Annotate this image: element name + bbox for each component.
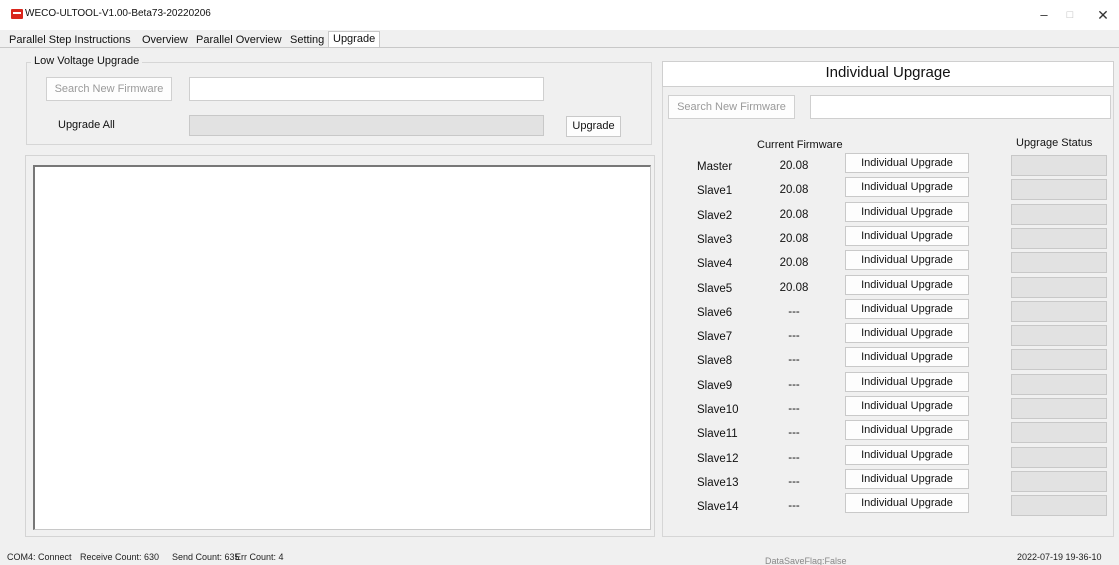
device-firmware-version: 20.08 <box>779 209 809 221</box>
title-bar: WECO-ULTOOL-V1.00-Beta73-20220206 – □ ✕ <box>0 0 1119 30</box>
device-firmware-version: 20.08 <box>779 160 809 172</box>
individual-upgrade-title: Individual Upgrage <box>825 64 951 81</box>
device-upgrade-status-bar <box>1011 495 1107 516</box>
device-firmware-version: 20.08 <box>779 257 809 269</box>
device-name: Slave11 <box>697 428 738 440</box>
device-upgrade-status-bar <box>1011 422 1107 443</box>
individual-firmware-path-input[interactable] <box>810 95 1111 119</box>
individual-upgrade-button[interactable]: Individual Upgrade <box>845 323 969 343</box>
log-textbox[interactable] <box>33 165 651 530</box>
device-name: Slave7 <box>697 331 733 343</box>
individual-upgrade-button[interactable]: Individual Upgrade <box>845 493 969 513</box>
device-name: Slave6 <box>697 307 733 319</box>
individual-upgrade-button[interactable]: Individual Upgrade <box>845 396 969 416</box>
device-upgrade-status-bar <box>1011 447 1107 468</box>
device-upgrade-status-bar <box>1011 155 1107 176</box>
close-button[interactable]: ✕ <box>1088 4 1118 26</box>
tab-upgrade[interactable]: Upgrade <box>328 31 381 48</box>
individual-upgrade-button[interactable]: Individual Upgrade <box>845 347 969 367</box>
tab-overview[interactable]: Overview <box>142 33 188 48</box>
device-firmware-version: --- <box>788 452 800 464</box>
tab-divider <box>0 47 1119 48</box>
upgrade-all-label: Upgrade All <box>58 119 115 131</box>
device-firmware-version: --- <box>788 476 800 488</box>
tab-parallel-overview[interactable]: Parallel Overview <box>196 33 282 48</box>
individual-upgrade-button[interactable]: Individual Upgrade <box>845 372 969 392</box>
device-firmware-version: --- <box>788 306 800 318</box>
device-upgrade-status-bar <box>1011 228 1107 249</box>
device-name: Slave13 <box>697 477 739 489</box>
device-name: Slave4 <box>697 258 733 270</box>
individual-upgrade-button[interactable]: Individual Upgrade <box>845 275 969 295</box>
upgrade-all-button[interactable]: Upgrade <box>566 116 621 137</box>
individual-upgrade-button[interactable]: Individual Upgrade <box>845 202 969 222</box>
device-name: Master <box>697 161 733 173</box>
tab-strip: Parallel Step Instructions Overview Para… <box>0 30 1119 48</box>
device-name: Slave5 <box>697 283 733 295</box>
device-upgrade-status-bar <box>1011 398 1107 419</box>
device-upgrade-status-bar <box>1011 204 1107 225</box>
status-bar <box>0 546 1119 565</box>
individual-upgrade-button[interactable]: Individual Upgrade <box>845 177 969 197</box>
err-count: Err Count: 4 <box>235 552 284 562</box>
device-name: Slave9 <box>697 380 733 392</box>
device-upgrade-status-bar <box>1011 252 1107 273</box>
individual-search-firmware-button[interactable]: Search New Firmware <box>668 95 795 119</box>
data-save-flag: DataSaveFlag:False <box>765 556 847 565</box>
firmware-path-input[interactable] <box>189 77 544 101</box>
status-timestamp: 2022-07-19 19-36-10 <box>1017 552 1102 562</box>
individual-upgrade-button[interactable]: Individual Upgrade <box>845 469 969 489</box>
individual-upgrade-button[interactable]: Individual Upgrade <box>845 250 969 270</box>
individual-upgrade-button[interactable]: Individual Upgrade <box>845 153 969 173</box>
device-name: Slave1 <box>697 185 733 197</box>
device-upgrade-status-bar <box>1011 374 1107 395</box>
device-firmware-version: 20.08 <box>779 233 809 245</box>
device-name: Slave2 <box>697 210 733 222</box>
device-firmware-version: 20.08 <box>779 184 809 196</box>
tab-setting[interactable]: Setting <box>290 33 324 48</box>
send-count: Send Count: 635 <box>172 552 240 562</box>
search-new-firmware-button[interactable]: Search New Firmware <box>46 77 172 101</box>
device-firmware-version: --- <box>788 500 800 512</box>
device-upgrade-status-bar <box>1011 277 1107 298</box>
device-upgrade-status-bar <box>1011 349 1107 370</box>
low-voltage-upgrade-title: Low Voltage Upgrade <box>31 55 143 67</box>
individual-upgrade-button[interactable]: Individual Upgrade <box>845 420 969 440</box>
device-firmware-version: --- <box>788 330 800 342</box>
upgrade-all-progress-bar <box>189 115 544 136</box>
device-upgrade-status-bar <box>1011 471 1107 492</box>
individual-upgrade-button[interactable]: Individual Upgrade <box>845 226 969 246</box>
tab-parallel-step-instructions[interactable]: Parallel Step Instructions <box>9 33 131 48</box>
device-name: Slave14 <box>697 501 739 513</box>
individual-upgrade-button[interactable]: Individual Upgrade <box>845 299 969 319</box>
device-firmware-version: --- <box>788 354 800 366</box>
device-name: Slave3 <box>697 234 733 246</box>
device-upgrade-status-bar <box>1011 325 1107 346</box>
app-logo-icon <box>11 9 23 19</box>
device-upgrade-status-bar <box>1011 179 1107 200</box>
maximize-button[interactable]: □ <box>1055 4 1085 26</box>
connection-status: COM4: Connect <box>7 552 72 562</box>
device-firmware-version: --- <box>788 379 800 391</box>
device-name: Slave10 <box>697 404 739 416</box>
upgrade-status-header: Upgrage Status <box>1016 137 1093 149</box>
device-firmware-version: --- <box>788 403 800 415</box>
device-upgrade-status-bar <box>1011 301 1107 322</box>
device-firmware-version: --- <box>788 427 800 439</box>
device-firmware-version: 20.08 <box>779 282 809 294</box>
individual-upgrade-button[interactable]: Individual Upgrade <box>845 445 969 465</box>
device-name: Slave8 <box>697 355 733 367</box>
receive-count: Receive Count: 630 <box>80 552 160 562</box>
window-title: WECO-ULTOOL-V1.00-Beta73-20220206 <box>25 8 211 19</box>
device-name: Slave12 <box>697 453 739 465</box>
current-firmware-header: Current Firmware <box>757 139 843 151</box>
